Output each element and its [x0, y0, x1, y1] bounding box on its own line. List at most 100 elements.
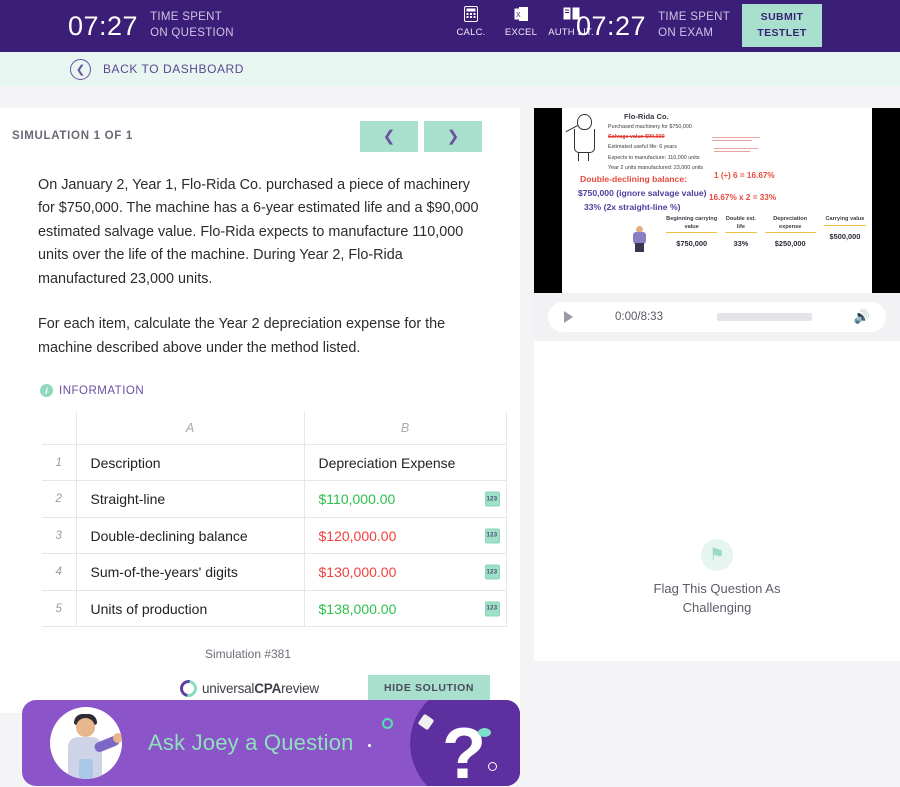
- cell-depreciation-expense[interactable]: $120,000.00 123: [303, 516, 507, 555]
- next-simulation-button[interactable]: ❯: [424, 120, 482, 152]
- chevron-right-icon: ❯: [446, 128, 460, 145]
- question-timer-label-line2: ON QUESTION: [150, 27, 234, 39]
- page-title: SIMULATION 1 OF 1: [12, 130, 133, 142]
- row-header[interactable]: 5: [42, 589, 77, 628]
- calculator-icon: [464, 5, 478, 22]
- ask-joey-banner-wrapper: Ask Joey a Question ?: [22, 700, 520, 786]
- video-table-header-3: Depreciation expense: [764, 216, 816, 234]
- video-table-header-2: Double est. life: [725, 216, 757, 234]
- video-table-col-1: Beginning carrying value $750,000: [666, 216, 718, 248]
- play-icon[interactable]: [564, 311, 573, 323]
- tool-calculator[interactable]: CALC.: [452, 5, 490, 38]
- back-to-dashboard-bar[interactable]: ❮ BACK TO DASHBOARD: [0, 52, 900, 86]
- cell-description[interactable]: Double-declining balance: [75, 516, 305, 555]
- cell-description[interactable]: Straight-line: [75, 480, 305, 518]
- number-format-icon[interactable]: 123: [484, 601, 500, 617]
- video-table-col-3: Depreciation expense $250,000: [764, 216, 816, 249]
- cell-depreciation-expense[interactable]: $138,000.00 123: [303, 589, 507, 628]
- video-letterbox-right: [872, 108, 900, 293]
- flag-label-line-2: Challenging: [682, 599, 752, 615]
- flag-question-label: Flag This Question As Challenging: [534, 580, 900, 618]
- brand-label: universalCPAreview: [202, 681, 319, 696]
- hide-solution-button[interactable]: HIDE SOLUTION: [368, 675, 490, 702]
- exam-timer-label-line1: TIME SPENT: [658, 11, 731, 24]
- cell-depreciation-expense[interactable]: Depreciation Expense: [303, 443, 507, 482]
- video-seek-bar[interactable]: [716, 313, 812, 321]
- video-stick-figure: [565, 114, 603, 161]
- back-to-dashboard-label: BACK TO DASHBOARD: [103, 62, 244, 76]
- exam-timer-label-line2: ON EXAM: [658, 27, 714, 39]
- video-table-value-2: 33%: [733, 239, 749, 249]
- column-header-a[interactable]: A: [75, 411, 305, 445]
- top-bar: 07:27 TIME SPENT ON QUESTION CALC. X EXC…: [0, 0, 900, 52]
- video-table-value-3: $250,000: [774, 239, 806, 249]
- logo-icon: [176, 676, 201, 701]
- video-heading-red: Double-declining balance:: [580, 174, 687, 184]
- row-header[interactable]: 1: [42, 443, 77, 482]
- simulation-card: SIMULATION 1 OF 1 ❮ ❯ On January 2, Year…: [0, 108, 520, 714]
- table-row: 1 Description Depreciation Expense: [42, 443, 507, 482]
- cell-depreciation-expense[interactable]: $130,000.00 123: [303, 553, 507, 591]
- video-equation-2: 16.67% x 2 = 33%: [709, 193, 777, 202]
- video-player[interactable]: Flo-Rida Co. Purchased machinery for $75…: [534, 108, 900, 293]
- universal-cpa-review-logo: universalCPAreview: [176, 676, 319, 701]
- video-fact-lines: Purchased machinery for $750,000 Salvage…: [608, 124, 783, 175]
- submit-testlet-label-line1: SUBMIT: [760, 11, 804, 24]
- cell-description[interactable]: Units of production: [75, 589, 305, 628]
- tool-excel-label: EXCEL: [504, 27, 538, 38]
- spreadsheet-corner-cell: [42, 411, 77, 445]
- video-controls: 0:00/8:33 🔊: [548, 302, 886, 332]
- video-heading-purple-2: 33% (2x straight-line %): [584, 202, 681, 212]
- video-time-display: 0:00/8:33: [615, 311, 663, 323]
- question-paragraph-1: On January 2, Year 1, Flo-Rida Co. purch…: [38, 177, 479, 287]
- tool-excel[interactable]: X EXCEL: [502, 5, 540, 38]
- cell-description[interactable]: Sum-of-the-years' digits: [75, 553, 305, 591]
- video-equation-1: 1 (÷) 6 = 16.67%: [714, 171, 775, 180]
- table-row: 5 Units of production $138,000.00 123: [42, 589, 507, 628]
- spacer-strip: [0, 86, 900, 108]
- joey-decoration: ?: [360, 700, 520, 786]
- number-format-icon[interactable]: 123: [484, 491, 500, 507]
- video-table-value-4: $500,000: [829, 231, 861, 241]
- flag-icon: ⚑: [701, 539, 733, 571]
- video-fact-4: Expects to manufacture: 110,000 units: [608, 154, 700, 161]
- video-company-title: Flo-Rida Co.: [624, 112, 669, 121]
- table-row: 2 Straight-line $110,000.00 123: [42, 480, 507, 518]
- spreadsheet-table: A B 1 Description Depreciation Expense 2 Str…: [42, 411, 507, 628]
- flag-question-button[interactable]: ⚑ Flag This Question As Challenging: [534, 539, 900, 618]
- video-letterbox-left: [534, 108, 562, 293]
- row-header[interactable]: 3: [42, 516, 77, 555]
- volume-icon[interactable]: 🔊: [854, 309, 870, 325]
- row-header[interactable]: 4: [42, 553, 77, 591]
- simulation-number: Simulation #381: [204, 647, 292, 662]
- prev-simulation-button[interactable]: ❮: [360, 120, 418, 152]
- row-header[interactable]: 2: [42, 480, 77, 518]
- cell-value: Depreciation Expense: [318, 454, 456, 471]
- video-heading-purple-1: $750,000 (ignore salvage value): [578, 188, 707, 198]
- submit-testlet-label-line2: TESTLET: [757, 26, 807, 39]
- video-controls-bar: 0:00/8:33 🔊: [534, 293, 900, 341]
- number-format-icon[interactable]: 123: [484, 564, 500, 580]
- cell-description[interactable]: Description: [75, 443, 305, 482]
- information-link[interactable]: i INFORMATION: [0, 360, 520, 398]
- tools-group: CALC. X EXCEL AUTH LIT.: [452, 5, 594, 38]
- question-paragraph-2: For each item, calculate the Year 2 depr…: [38, 316, 446, 356]
- video-fact-1: Purchased machinery for $750,000: [608, 124, 692, 130]
- cell-value: $120,000.00: [318, 527, 397, 544]
- table-row: 4 Sum-of-the-years' digits $130,000.00 123: [42, 553, 507, 591]
- column-header-b[interactable]: B: [303, 411, 507, 445]
- left-column: SIMULATION 1 OF 1 ❮ ❯ On January 2, Year…: [0, 108, 520, 787]
- brand-part-2: CPA: [254, 680, 282, 696]
- submit-testlet-button[interactable]: SUBMIT TESTLET: [742, 4, 822, 47]
- chevron-left-icon: ❮: [70, 58, 91, 80]
- excel-icon: X: [514, 5, 529, 22]
- brand-part-3: review: [281, 680, 319, 696]
- video-table-col-2: Double est. life 33%: [725, 216, 757, 249]
- cell-depreciation-expense[interactable]: $110,000.00 123: [303, 480, 507, 518]
- spreadsheet: A B 1 Description Depreciation Expense 2 Str…: [42, 411, 507, 628]
- card-footer: universalCPAreview HIDE SOLUTION: [0, 661, 520, 702]
- number-format-icon[interactable]: 123: [484, 528, 500, 544]
- cell-value: $138,000.00: [318, 600, 397, 617]
- question-timer-group: 07:27 TIME SPENT ON QUESTION: [68, 10, 234, 41]
- ask-joey-banner[interactable]: Ask Joey a Question ?: [22, 700, 520, 786]
